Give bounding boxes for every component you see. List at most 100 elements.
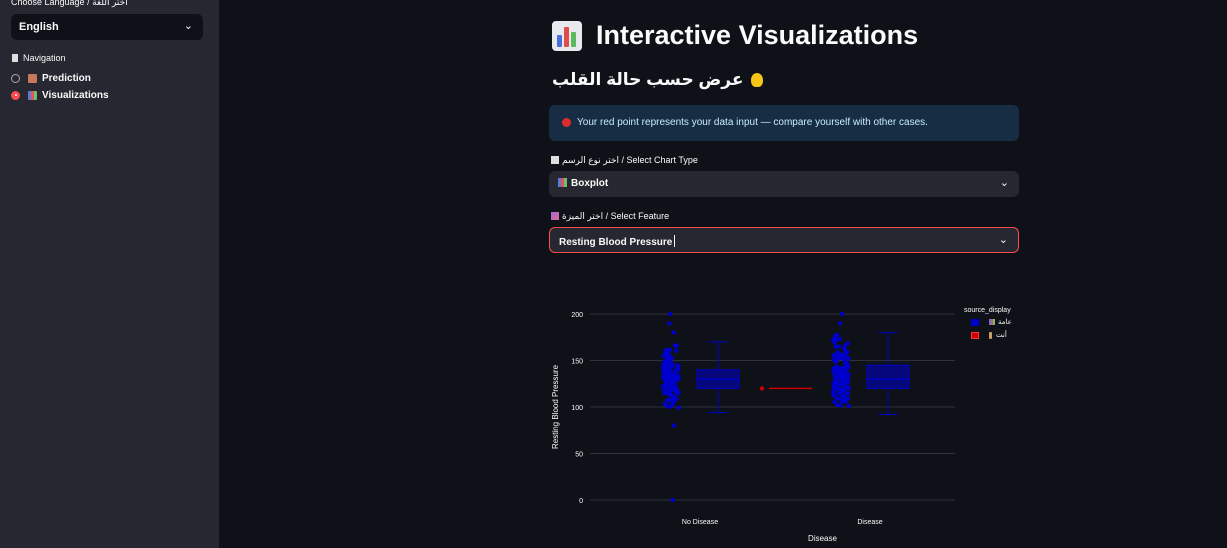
person-icon — [989, 331, 992, 339]
data-point — [662, 362, 667, 368]
data-point — [845, 380, 850, 385]
y-axis-title: Resting Blood Pressure — [551, 364, 560, 449]
data-point — [662, 389, 667, 394]
chart-type-select[interactable]: Boxplot ⌄ — [549, 171, 1019, 197]
data-point — [831, 352, 836, 358]
language-select[interactable]: English ⌄ — [11, 14, 203, 40]
data-point — [846, 403, 852, 409]
data-point — [673, 376, 678, 381]
data-point — [838, 402, 844, 408]
data-point — [832, 334, 838, 339]
bar-chart-icon — [28, 90, 37, 100]
legend-label: أنت — [996, 332, 1007, 339]
x-tick-label: No Disease — [682, 519, 718, 526]
language-label: Choose Language / اختر اللغة — [11, 0, 128, 7]
data-point — [674, 396, 679, 402]
x-axis-title: Disease — [808, 534, 837, 543]
data-point — [842, 358, 847, 363]
sidebar: Choose Language / اختر اللغة English ⌄ N… — [0, 0, 219, 548]
data-point — [836, 344, 842, 349]
chart-type-value: Boxplot — [558, 178, 608, 189]
radio-button-selected[interactable] — [11, 90, 20, 100]
data-point — [667, 404, 673, 410]
data-point — [666, 383, 671, 388]
x-tick-label: Disease — [857, 519, 882, 526]
data-point — [669, 363, 674, 368]
data-point — [667, 387, 673, 393]
data-point — [833, 383, 839, 388]
y-tick-label: 0 — [579, 498, 583, 505]
data-point — [830, 390, 836, 395]
legend-label: عامة — [998, 319, 1012, 326]
data-point — [672, 368, 678, 373]
y-tick-label: 100 — [571, 405, 583, 412]
data-point — [661, 385, 667, 390]
navigation-label: Navigation — [12, 53, 66, 63]
data-point — [838, 389, 843, 395]
data-point — [845, 396, 851, 401]
data-point — [843, 361, 848, 367]
info-text: Your red point represents your data inpu… — [577, 117, 928, 128]
page-title-text: Interactive Visualizations — [596, 20, 919, 50]
feature-select[interactable]: Resting Blood Pressure ⌄ — [549, 227, 1019, 253]
language-value: English — [19, 21, 59, 33]
legend-swatch — [971, 318, 979, 326]
data-point — [668, 397, 673, 403]
data-point — [830, 368, 836, 373]
data-point — [843, 343, 848, 348]
data-point — [673, 385, 679, 391]
red-circle-icon — [562, 118, 571, 127]
data-point — [846, 356, 851, 361]
legend-item-user[interactable]: أنت — [971, 331, 1007, 339]
chevron-down-icon: ⌄ — [183, 20, 193, 32]
data-point — [832, 340, 837, 345]
box — [866, 364, 910, 389]
subtitle-text: عرض حسب حالة القلب — [552, 70, 744, 89]
page-title: Interactive Visualizations — [552, 20, 918, 51]
y-tick-label: 50 — [575, 452, 583, 459]
page-icon — [12, 54, 18, 62]
nav-item-visualizations[interactable]: Visualizations — [11, 88, 109, 102]
data-point — [834, 364, 839, 369]
nav-item-prediction[interactable]: Prediction — [11, 71, 91, 85]
bar-chart-icon — [552, 20, 582, 51]
data-point — [674, 348, 679, 354]
data-point — [674, 363, 680, 368]
data-point — [672, 343, 678, 348]
data-point — [846, 385, 852, 391]
legend-title: source_display — [964, 307, 1011, 314]
data-point — [832, 399, 837, 405]
chevron-down-icon: ⌄ — [999, 177, 1009, 189]
data-point — [843, 352, 849, 357]
data-point — [669, 375, 674, 380]
data-point — [661, 367, 666, 372]
dna-icon — [551, 212, 559, 220]
legend-swatch — [971, 331, 979, 339]
data-point — [835, 350, 840, 355]
chart-icon — [551, 156, 559, 164]
outlier-point — [671, 423, 676, 428]
feature-value: Resting Blood Pressure — [559, 235, 676, 248]
data-point — [845, 390, 851, 396]
boxplot-chart: 0 50 100 150 200 No Disease Disease Disease Rest… — [551, 311, 955, 543]
data-point — [838, 397, 844, 402]
legend-item-general[interactable]: عامة — [971, 318, 1012, 326]
data-point — [664, 359, 669, 364]
nav-item-label: Prediction — [42, 72, 91, 84]
user-point — [759, 386, 765, 391]
radio-button[interactable] — [11, 73, 20, 83]
data-point — [676, 405, 681, 411]
data-point — [840, 365, 846, 371]
data-point — [834, 356, 839, 362]
data-point — [839, 353, 844, 358]
nav-item-label: Visualizations — [42, 89, 109, 101]
chevron-down-icon: ⌄ — [998, 234, 1008, 246]
data-point — [834, 372, 840, 377]
lightbulb-icon — [751, 73, 764, 87]
chart-type-label: اختر نوع الرسم / Select Chart Type — [551, 155, 698, 166]
y-tick-label: 200 — [571, 312, 583, 319]
data-point — [837, 336, 843, 342]
subtitle: عرض حسب حالة القلب — [552, 70, 764, 90]
data-point — [663, 351, 668, 357]
outlier-point — [670, 497, 675, 503]
